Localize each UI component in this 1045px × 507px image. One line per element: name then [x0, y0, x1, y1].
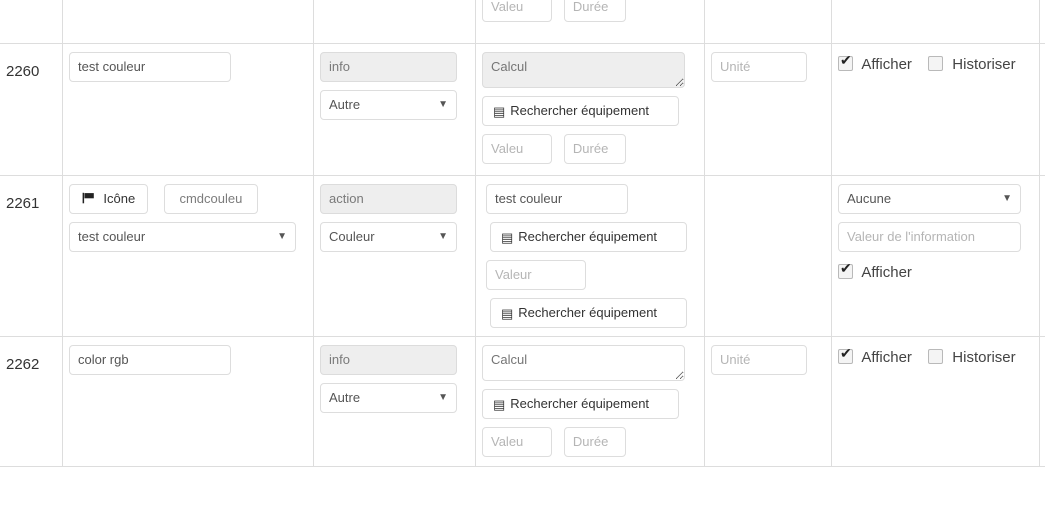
request-input[interactable]: test couleur	[486, 184, 628, 214]
row-calcul-cell: Valeu Durée	[475, 0, 705, 44]
command-kind-select[interactable]: Couleur ▼	[320, 222, 457, 252]
display-checkbox[interactable]	[838, 53, 853, 71]
row-options-cell: Afficher Historiser	[831, 336, 1040, 467]
list-alt-icon: ▤	[493, 104, 506, 119]
duration-input[interactable]: Durée	[563, 427, 626, 457]
row-options-cell	[831, 0, 1040, 44]
value-input[interactable]: Valeu	[482, 0, 552, 22]
command-kind-select[interactable]: Autre ▼	[320, 90, 457, 120]
command-kind-select-value: Autre	[329, 97, 361, 112]
calcul-textarea[interactable]	[482, 345, 685, 381]
row-unite-cell	[704, 175, 832, 337]
row-id: 2261	[6, 195, 40, 212]
history-checkbox[interactable]	[928, 56, 944, 71]
row-id-cell	[0, 0, 63, 44]
command-kind-select-value: Autre	[329, 390, 361, 405]
command-kind-select[interactable]: Autre ▼	[320, 383, 457, 413]
info-value-input[interactable]: Valeur de l'information	[838, 222, 1021, 252]
command-subtype-field: info	[320, 345, 457, 375]
history-checkbox[interactable]	[928, 349, 944, 364]
value-input[interactable]: Valeu	[482, 427, 552, 457]
icon-picker-button[interactable]: Icône	[69, 184, 148, 214]
search-equipment-button-2[interactable]: ▤ Rechercher équipement	[490, 298, 687, 328]
commands-table: Valeu Durée 2260 test couleur info Autre…	[0, 0, 1045, 467]
flag-icon	[82, 192, 99, 207]
row-type-cell: action Couleur ▼	[313, 175, 476, 337]
row-id-cell: 2262	[0, 336, 63, 467]
table-row: 2260 test couleur info Autre ▼ ▤ Recherch…	[0, 43, 1045, 176]
history-label: Historiser	[952, 56, 1016, 73]
table-row: 2262 color rgb info Autre ▼ ▤ Rechercher …	[0, 336, 1045, 467]
history-label: Historiser	[952, 349, 1016, 366]
display-checkbox[interactable]	[838, 346, 853, 364]
command-subtype-field: action	[320, 184, 457, 214]
search-equipment-button[interactable]: ▤ Rechercher équipement	[490, 222, 687, 252]
table-bottom-border	[0, 466, 1045, 467]
chevron-down-icon: ▼	[438, 392, 448, 403]
return-state-select-value: Aucune	[847, 191, 892, 206]
display-checkbox[interactable]	[838, 261, 853, 279]
row-calcul-cell: ▤ Rechercher équipement Valeu Durée	[475, 336, 705, 467]
command-name-select-value: test couleur	[78, 229, 146, 244]
row-type-cell: info Autre ▼	[313, 43, 476, 176]
row-id-cell: 2261	[0, 175, 63, 337]
row-unite-cell: Unité	[704, 336, 832, 467]
display-label: Afficher	[861, 264, 912, 281]
list-alt-icon: ▤	[493, 397, 506, 412]
duration-input[interactable]: Durée	[563, 0, 626, 22]
row-actions-cell: Tester	[1039, 175, 1045, 337]
row-name-cell: test couleur	[62, 43, 314, 176]
row-name-cell: color rgb	[62, 336, 314, 467]
display-label: Afficher	[861, 349, 912, 366]
unite-input[interactable]: Unité	[711, 52, 807, 82]
table-row: 2261 Icône cmdcouleu test couleur ▼ acti…	[0, 175, 1045, 337]
row-id: 2260	[6, 63, 40, 80]
row-options-cell: Afficher Historiser	[831, 43, 1040, 176]
row-type-cell	[313, 0, 476, 44]
row-actions-cell: Tester	[1039, 43, 1045, 176]
row-calcul-cell: test couleur ▤ Rechercher équipement Vale…	[475, 175, 705, 337]
command-name-select[interactable]: test couleur ▼	[69, 222, 296, 252]
command-name-input[interactable]: test couleur	[69, 52, 231, 82]
logical-id-input[interactable]: cmdcouleu	[163, 184, 258, 214]
calcul-textarea[interactable]	[482, 52, 685, 88]
icon-picker-label: Icône	[103, 191, 136, 206]
command-subtype-field: info	[320, 52, 457, 82]
row-name-cell: Icône cmdcouleu test couleur ▼	[62, 175, 314, 337]
search-equipment-label-2: Rechercher équipement	[518, 305, 658, 320]
search-equipment-label: Rechercher équipement	[510, 396, 650, 411]
chevron-down-icon: ▼	[438, 231, 448, 242]
duration-input[interactable]: Durée	[563, 134, 626, 164]
row-actions-cell	[1039, 0, 1045, 44]
list-alt-icon: ▤	[501, 306, 514, 321]
row-unite-cell	[704, 0, 832, 44]
row-id-cell: 2260	[0, 43, 63, 176]
command-kind-select-value: Couleur	[329, 229, 375, 244]
row-id: 2262	[6, 356, 40, 373]
row-actions-cell: Tester	[1039, 336, 1045, 467]
search-equipment-label: Rechercher équipement	[518, 229, 658, 244]
row-type-cell: info Autre ▼	[313, 336, 476, 467]
list-alt-icon: ▤	[501, 230, 514, 245]
row-options-cell: Aucune ▼ Valeur de l'information Affiche…	[831, 175, 1040, 337]
table-row-partial-top: Valeu Durée	[0, 0, 1045, 44]
command-name-input[interactable]: color rgb	[69, 345, 231, 375]
chevron-down-icon: ▼	[277, 231, 287, 242]
return-state-select[interactable]: Aucune ▼	[838, 184, 1021, 214]
row-name-cell	[62, 0, 314, 44]
row-calcul-cell: ▤ Rechercher équipement Valeu Durée	[475, 43, 705, 176]
row-unite-cell: Unité	[704, 43, 832, 176]
search-equipment-button[interactable]: ▤ Rechercher équipement	[482, 389, 679, 419]
unite-input[interactable]: Unité	[711, 345, 807, 375]
chevron-down-icon: ▼	[438, 99, 448, 110]
search-equipment-button[interactable]: ▤ Rechercher équipement	[482, 96, 679, 126]
search-equipment-label: Rechercher équipement	[510, 103, 650, 118]
chevron-down-icon: ▼	[1002, 193, 1012, 204]
value-input[interactable]: Valeur	[486, 260, 586, 290]
display-label: Afficher	[861, 56, 912, 73]
value-input[interactable]: Valeu	[482, 134, 552, 164]
